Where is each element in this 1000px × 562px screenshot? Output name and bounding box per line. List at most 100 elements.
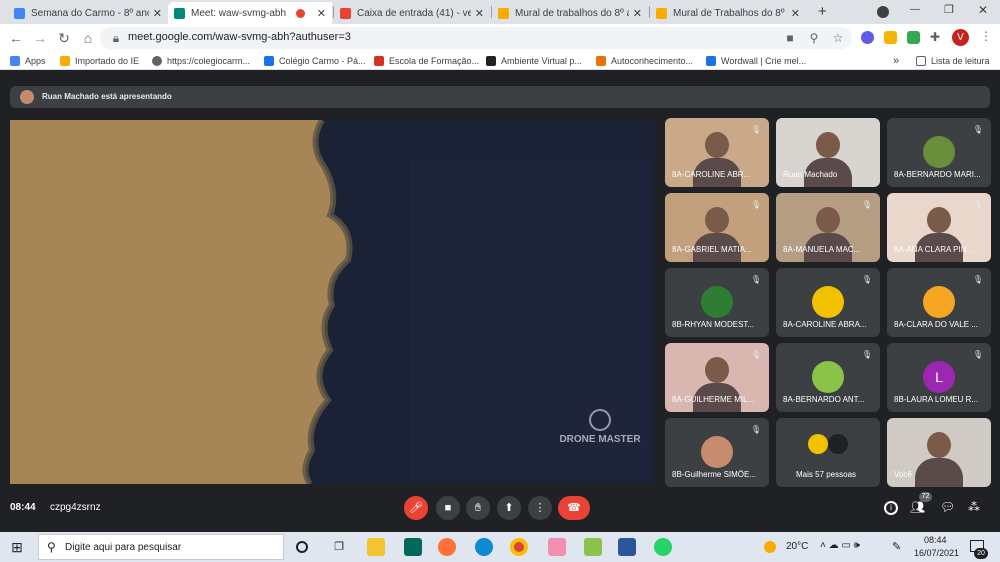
snipping-tool-icon[interactable] — [548, 538, 566, 556]
zoom-icon[interactable]: ⚲ — [806, 30, 822, 46]
cortana-icon[interactable] — [296, 541, 308, 553]
meeting-details-icon[interactable]: i — [884, 501, 898, 515]
participant-name: 8A-GABRIEL MATIA... — [672, 245, 752, 254]
participant-tile[interactable]: 8A-ANA CLARA PIN... 🎙︎ — [887, 193, 991, 262]
new-tab-button[interactable]: + — [818, 3, 827, 20]
weather-temperature[interactable]: 20°C — [786, 541, 808, 552]
participant-name: 8A-CLARA DO VALE ... — [894, 320, 978, 329]
participant-tile[interactable]: 8A-GUILHERME MIL... 🎙︎ — [665, 343, 769, 412]
app-icon[interactable] — [404, 538, 422, 556]
participant-name: Você — [894, 470, 912, 479]
bookmark-autoconhecimento[interactable]: Autoconhecimento... — [596, 54, 693, 68]
tab-close-icon[interactable]: ✕ — [475, 7, 484, 20]
participant-avatar — [812, 286, 844, 318]
participant-tile[interactable]: 8A-CLARA DO VALE ... 🎙︎ — [887, 268, 991, 337]
bookmark-label: Colégio Carmo - Pá... — [279, 56, 366, 66]
camera-icon[interactable]: ■ — [782, 30, 798, 46]
windows-start-icon[interactable]: ⊞ — [8, 538, 26, 556]
mic-muted-icon: 🎙︎ — [972, 200, 984, 209]
leave-call-button[interactable]: ☎︎ — [558, 496, 590, 520]
activities-icon[interactable]: ⁂ — [968, 500, 980, 514]
participant-tile[interactable]: Você — [887, 418, 991, 487]
reading-list-button[interactable]: Lista de leitura — [916, 54, 990, 68]
participant-name: 8B-LAURA LOMEU R... — [894, 395, 979, 404]
tab-mural-trabalhos-2[interactable]: Mural de Trabalhos do 8º an ✕ — [650, 2, 806, 24]
participant-tile[interactable]: 8A-CAROLINE ABRA... 🎙︎ — [776, 268, 880, 337]
mic-muted-icon: 🎙︎ — [972, 125, 984, 134]
bookmarks-overflow-button[interactable]: » — [893, 54, 899, 68]
home-icon[interactable]: ⌂ — [78, 28, 98, 48]
meeting-code: czpg4zsrnz — [50, 502, 101, 513]
bookmark-colegio-carmo[interactable]: Colégio Carmo - Pá... — [264, 54, 366, 68]
search-icon: ⚲ — [47, 540, 56, 554]
participant-name: 8A-MANUELA MAC... — [783, 245, 861, 254]
webcam-person-body — [915, 458, 963, 487]
clock-date[interactable]: 16/07/2021 — [914, 548, 959, 558]
present-screen-button[interactable]: ⬆ — [497, 496, 521, 520]
close-window-button[interactable]: ✕ — [978, 3, 988, 17]
people-icon[interactable]: 👥︎ — [910, 500, 925, 514]
chrome-icon[interactable] — [510, 538, 528, 556]
participant-tile[interactable]: 8B-RHYAN MODEST... 🎙︎ — [665, 268, 769, 337]
participant-tile[interactable]: 8A-CAROLINE ABR... 🎙︎ — [665, 118, 769, 187]
reload-icon[interactable]: ↻ — [54, 28, 74, 48]
tab-close-icon[interactable]: ✕ — [791, 7, 800, 20]
back-arrow-icon[interactable]: ← — [6, 28, 26, 48]
extension-icon[interactable] — [907, 31, 920, 44]
tab-close-icon[interactable]: ✕ — [153, 7, 162, 20]
paint-icon[interactable] — [584, 538, 602, 556]
presentation-stream[interactable]: DRONE MASTER — [10, 120, 655, 484]
profile-avatar[interactable]: V — [952, 29, 969, 46]
edge-icon[interactable] — [475, 538, 493, 556]
participant-tile[interactable]: L 8B-LAURA LOMEU R... 🎙︎ — [887, 343, 991, 412]
raise-hand-button[interactable]: ✋︎ — [466, 496, 490, 520]
bookmark-colegiocarmo[interactable]: https://colegiocarm... — [152, 54, 250, 68]
more-options-button[interactable]: ⋮ — [528, 496, 552, 520]
bookmark-wordwall[interactable]: Wordwall | Crie mel... — [706, 54, 806, 68]
participant-tile[interactable]: Mais 57 pessoas — [776, 418, 880, 487]
mic-off-button[interactable]: 🎤︎ — [404, 496, 428, 520]
extension-icon[interactable] — [861, 31, 874, 44]
participant-avatar — [701, 436, 733, 468]
tab-recording[interactable]: ✕ — [290, 2, 332, 24]
extensions-puzzle-icon[interactable]: ✚ — [930, 30, 940, 44]
clock-time[interactable]: 08:44 — [924, 535, 947, 545]
weather-icon[interactable] — [764, 541, 776, 553]
tab-close-icon[interactable]: ✕ — [317, 7, 326, 20]
maximize-button[interactable]: ❐ — [944, 3, 954, 16]
pen-icon[interactable]: ✎ — [892, 540, 901, 553]
bookmark-escola-formacao[interactable]: Escola de Formação... — [374, 54, 479, 68]
taskbar-search-box[interactable]: ⚲ Digite aqui para pesquisar — [38, 534, 284, 560]
tab-search-icon[interactable] — [877, 6, 889, 18]
whatsapp-icon[interactable] — [654, 538, 672, 556]
lock-icon[interactable]: 🔒︎ — [108, 30, 124, 46]
tab-gmail-inbox[interactable]: Caixa de entrada (41) - veron ✕ — [334, 2, 490, 24]
participant-tile[interactable]: 8A-BERNARDO MARI... 🎙︎ — [887, 118, 991, 187]
participant-tile[interactable]: 8A-BERNARDO ANT... 🎙︎ — [776, 343, 880, 412]
tab-semana-do-carmo[interactable]: Semana do Carmo - 8º ano E ✕ — [8, 2, 168, 24]
bookmark-ambiente-virtual[interactable]: Ambiente Virtual p... — [486, 54, 582, 68]
address-bar[interactable]: 🔒︎ meet.google.com/waw-svmg-abh?authuser… — [100, 27, 852, 49]
firefox-icon[interactable] — [438, 538, 456, 556]
participant-tile[interactable]: 8A-GABRIEL MATIA... 🎙︎ — [665, 193, 769, 262]
participant-tile[interactable]: 8A-MANUELA MAC... 🎙︎ — [776, 193, 880, 262]
mic-muted-icon: 🎙︎ — [750, 350, 762, 359]
bookmark-importado-ie[interactable]: Importado do IE — [60, 54, 139, 68]
extension-icon[interactable] — [884, 31, 897, 44]
bookmark-star-icon[interactable]: ☆ — [830, 30, 846, 46]
task-view-icon[interactable]: ❐ — [330, 538, 348, 556]
participant-tile[interactable]: 8B-Guilherme SIMÕE... 🎙︎ — [665, 418, 769, 487]
minimize-button[interactable]: — — [910, 4, 920, 15]
camera-button[interactable]: ■ — [436, 496, 460, 520]
chat-icon[interactable]: 💬︎ — [940, 500, 955, 514]
tab-mural-trabalhos-1[interactable]: Mural de trabalhos do 8º an ✕ — [492, 2, 648, 24]
participant-tile[interactable]: Ruan Machado — [776, 118, 880, 187]
menu-icon[interactable]: ⋮ — [980, 29, 992, 43]
forward-arrow-icon[interactable]: → — [30, 28, 50, 48]
meet-control-bar: 08:44 czpg4zsrnz 🎤︎ ■ ✋︎ ⬆ ⋮ ☎︎ i 👥︎ 72 … — [0, 490, 1000, 532]
word-icon[interactable] — [618, 538, 636, 556]
file-explorer-icon[interactable] — [367, 538, 385, 556]
tab-close-icon[interactable]: ✕ — [633, 7, 642, 20]
system-tray-icons[interactable]: ˄ ☁ ▭ 🕪︎ — [820, 540, 860, 551]
bookmark-apps[interactable]: Apps — [10, 54, 46, 68]
